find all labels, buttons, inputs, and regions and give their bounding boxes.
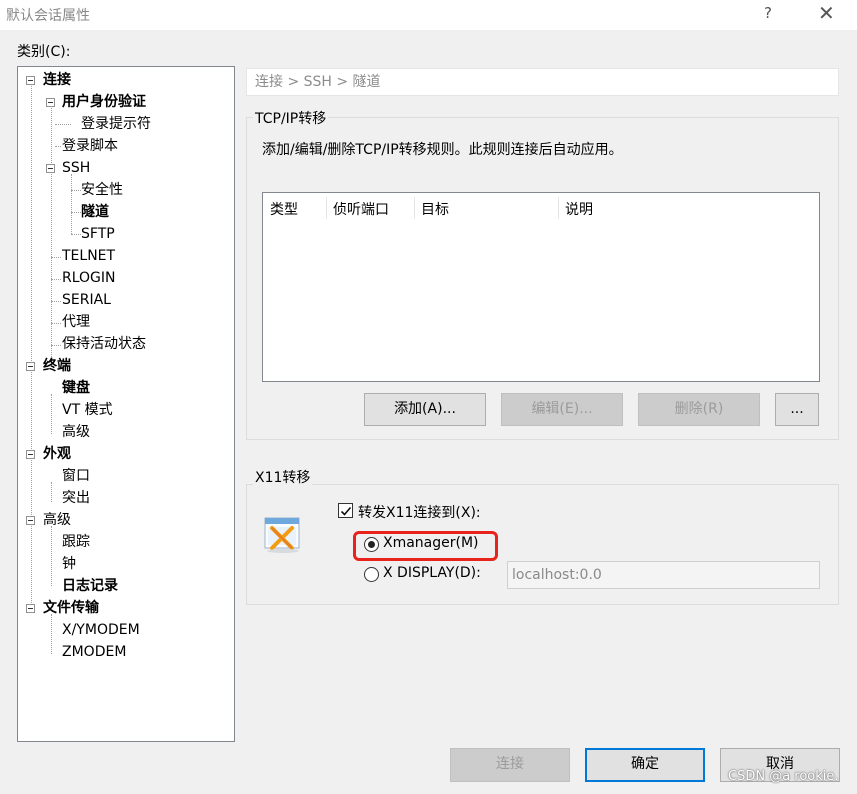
collapse-icon[interactable]	[26, 516, 35, 525]
tcpip-description: 添加/编辑/删除TCP/IP转移规则。此规则连接后自动应用。	[262, 142, 623, 158]
tree-item-login-script[interactable]: 登录脚本	[62, 136, 118, 156]
collapse-icon[interactable]	[26, 450, 35, 459]
forward-x11-label[interactable]: 转发X11连接到(X):	[358, 502, 481, 522]
tree-item-keyboard[interactable]: 键盘	[62, 378, 90, 398]
tree-item-window[interactable]: 窗口	[62, 466, 90, 486]
tree-item-terminal-advanced[interactable]: 高级	[62, 422, 90, 442]
tree-item-bell[interactable]: 钟	[62, 554, 76, 574]
add-button[interactable]: 添加(A)...	[364, 393, 486, 426]
title-bar: 默认会话属性 ? ✕	[0, 0, 857, 30]
tree-item-appearance[interactable]: 外观	[26, 444, 71, 464]
tree-item-tunnel[interactable]: 隧道	[81, 202, 109, 222]
breadcrumb: 连接 > SSH > 隧道	[246, 68, 839, 96]
column-header-type[interactable]: 类型	[270, 199, 298, 219]
category-tree[interactable]: 连接 用户身份验证 登录提示符 登录脚本 SSH 安全性 隧道 SFTP TEL…	[17, 66, 235, 742]
tree-item-trace[interactable]: 跟踪	[62, 532, 90, 552]
collapse-icon[interactable]	[46, 164, 55, 173]
forwarding-rules-table[interactable]: 类型 侦听端口 目标 说明	[262, 192, 820, 382]
tree-item-login-prompt[interactable]: 登录提示符	[81, 114, 151, 134]
tree-item-user-auth[interactable]: 用户身份验证	[46, 92, 146, 112]
collapse-icon[interactable]	[26, 76, 35, 85]
xmanager-icon	[263, 514, 303, 554]
column-header-listen-port[interactable]: 侦听端口	[333, 199, 389, 219]
tree-item-security[interactable]: 安全性	[81, 180, 123, 200]
checkmark-icon	[340, 506, 352, 516]
ok-button[interactable]: 确定	[585, 748, 705, 782]
edit-button[interactable]: 编辑(E)...	[501, 393, 623, 426]
delete-button[interactable]: 删除(R)	[638, 393, 760, 426]
x11-group-title: X11转移	[253, 467, 313, 487]
xmanager-radio[interactable]	[364, 537, 379, 552]
tree-item-telnet[interactable]: TELNET	[62, 246, 115, 266]
tree-item-ssh[interactable]: SSH	[46, 158, 90, 178]
tree-item-highlight[interactable]: 突出	[62, 488, 90, 508]
tree-item-xymodem[interactable]: X/YMODEM	[62, 620, 140, 640]
watermark: CSDN @a rookie.	[728, 769, 839, 784]
radio-selected-dot	[368, 541, 375, 548]
column-header-description[interactable]: 说明	[565, 199, 593, 219]
tree-item-logging[interactable]: 日志记录	[62, 576, 118, 596]
forward-x11-checkbox[interactable]	[338, 503, 353, 518]
tree-item-connection[interactable]: 连接	[26, 70, 71, 90]
column-header-target[interactable]: 目标	[421, 199, 449, 219]
tree-item-advanced[interactable]: 高级	[26, 510, 71, 530]
x-display-label[interactable]: X DISPLAY(D):	[383, 565, 481, 581]
x-display-radio[interactable]	[364, 567, 379, 582]
tree-item-rlogin[interactable]: RLOGIN	[62, 268, 116, 288]
xmanager-label[interactable]: Xmanager(M)	[383, 535, 479, 551]
tcpip-group-title: TCP/IP转移	[253, 108, 329, 128]
more-button[interactable]: ...	[775, 393, 819, 426]
tree-item-vt-mode[interactable]: VT 模式	[62, 400, 113, 420]
tree-item-sftp[interactable]: SFTP	[81, 224, 115, 244]
tree-item-keepalive[interactable]: 保持活动状态	[62, 334, 146, 354]
tree-item-serial[interactable]: SERIAL	[62, 290, 111, 310]
tree-item-zmodem[interactable]: ZMODEM	[62, 642, 126, 662]
tree-item-terminal[interactable]: 终端	[26, 356, 71, 376]
help-button[interactable]: ?	[764, 4, 772, 22]
tree-item-file-transfer[interactable]: 文件传输	[26, 598, 99, 618]
window-title: 默认会话属性	[6, 8, 90, 24]
category-label: 类别(C):	[17, 44, 71, 60]
collapse-icon[interactable]	[26, 362, 35, 371]
collapse-icon[interactable]	[46, 98, 55, 107]
x-display-input[interactable]: localhost:0.0	[507, 561, 820, 589]
connect-button[interactable]: 连接	[450, 748, 570, 782]
collapse-icon[interactable]	[26, 604, 35, 613]
tree-item-proxy[interactable]: 代理	[62, 312, 90, 332]
close-button[interactable]: ✕	[818, 1, 835, 25]
